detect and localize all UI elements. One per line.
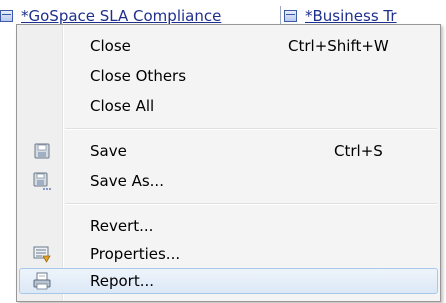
save-icon <box>33 142 51 160</box>
menu-item-close-others[interactable]: Close Others <box>19 63 438 89</box>
tab-label: *Business Tr <box>305 7 397 25</box>
editor-file-icon <box>284 10 297 22</box>
save-as-icon <box>33 172 51 190</box>
menu-item-label: Properties... <box>90 245 181 263</box>
properties-icon <box>33 245 51 263</box>
menu-item-label: Save As... <box>90 172 164 190</box>
menu-separator <box>65 128 437 130</box>
menu-item-close[interactable]: Close Ctrl+Shift+W <box>19 33 438 59</box>
menu-item-save-as[interactable]: Save As... <box>19 168 438 194</box>
menu-item-label: Close All <box>90 97 155 115</box>
editor-file-icon <box>0 10 13 22</box>
menu-item-shortcut: Ctrl+S <box>334 142 383 160</box>
screen: *GoSpace SLA Compliance *Business Tr Clo… <box>0 0 446 303</box>
tab-divider <box>280 6 281 26</box>
tab-label: *GoSpace SLA Compliance <box>21 7 222 25</box>
menu-item-label: Close Others <box>90 67 187 85</box>
context-menu: Close Ctrl+Shift+W Close Others Close Al… <box>16 24 441 302</box>
menu-item-close-all[interactable]: Close All <box>19 93 438 119</box>
menu-separator <box>65 203 437 205</box>
menu-item-save[interactable]: Save Ctrl+S <box>19 138 438 164</box>
menu-item-label: Revert... <box>90 217 154 235</box>
tab-business-tr[interactable]: *Business Tr <box>284 6 397 26</box>
menu-item-properties[interactable]: Properties... <box>19 241 438 267</box>
menu-item-shortcut: Ctrl+Shift+W <box>288 37 389 55</box>
tab-gospace-sla-compliance[interactable]: *GoSpace SLA Compliance <box>0 6 221 26</box>
menu-item-label: Save <box>90 142 127 160</box>
menu-item-label: Close <box>90 37 131 55</box>
report-icon <box>33 272 51 290</box>
menu-item-revert[interactable]: Revert... <box>19 213 438 239</box>
menu-item-label: Report... <box>90 272 155 290</box>
menu-item-report[interactable]: Report... <box>19 268 438 294</box>
